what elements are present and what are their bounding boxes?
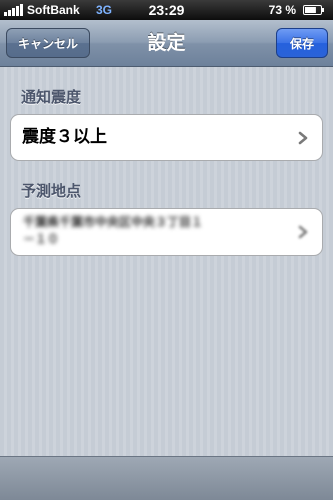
battery-icon [303,5,324,15]
forecast-location-value: 千葉県千葉市中央区中央３丁目１ －１０ [23,215,204,246]
cancel-button[interactable]: キャンセル [6,28,90,58]
forecast-location-cell[interactable]: 千葉県千葉市中央区中央３丁目１ －１０ [10,208,323,256]
status-bar: SoftBank 3G 23:29 73 % [0,0,333,20]
page-title: 設定 [147,32,186,54]
section-header-notification-intensity: 通知震度 [21,88,82,106]
battery-percent: 73 % [268,3,296,17]
chevron-right-icon [298,225,308,239]
notification-intensity-value: 震度３以上 [22,127,107,147]
bottom-toolbar [0,456,333,500]
chevron-right-icon [298,131,308,145]
save-button[interactable]: 保存 [276,28,328,58]
section-header-forecast-location: 予測地点 [21,182,82,200]
navigation-bar: キャンセル 設定 保存 [0,20,333,67]
notification-intensity-cell[interactable]: 震度３以上 [10,114,323,161]
